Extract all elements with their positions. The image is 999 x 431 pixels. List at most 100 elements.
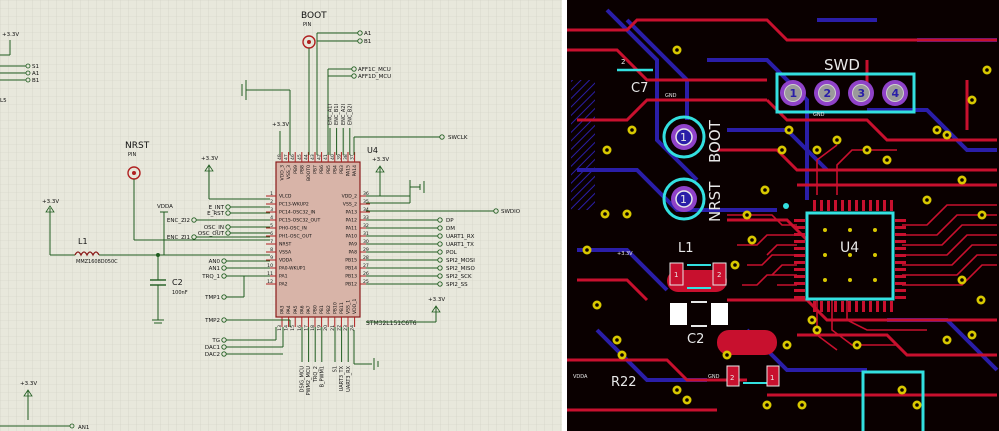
power-label-chip: +3.3V [201,156,218,162]
nrst-pcb-label: NRST [706,181,724,222]
chip-pin-number: 13 [277,325,283,331]
chip-pin-number: 35 [363,199,369,205]
u4-pad [895,289,906,292]
u4-pad [794,261,805,264]
chip-pin-number: 5 [270,223,273,229]
left-net-label: E_RST [207,211,225,217]
chip-pin-number: 8 [270,247,273,253]
power-label-right-bottom: +3.3V [428,297,445,303]
bottom-net-label: TRQ_2 [313,366,319,383]
chip-pin-name: PA9 [348,242,357,248]
u4-pad [862,200,865,211]
swd-pad-number: 2 [824,87,832,100]
swd-pad[interactable]: 2 [814,80,840,106]
chip-pin-number: 12 [267,279,273,285]
chip-pin-name: PB8 [299,165,305,174]
bottom-net-label: B_PWM1 [319,366,325,387]
bottom-net-label: UART3_TX [339,365,345,391]
bottom-part-pad-2: 2 [730,374,734,382]
swd-pad[interactable]: 4 [882,80,908,106]
chip-pin-name: VDD_1 [352,298,358,314]
chip-pin-name: PB12 [345,282,357,288]
inductor-part: MMZ1608D050C [76,259,118,265]
bottom-gnd: GND [708,374,720,380]
chip-pin-number: 43 [310,154,316,160]
chip-pin-number: 47 [284,154,290,160]
right-net-label: UART1_RX [446,234,475,240]
chip-pin-name: VSS_1 [346,300,352,314]
u4-pad [827,200,830,211]
c7-label: C7 [631,81,648,96]
u4-pad [895,240,906,243]
swd-pad-number: 1 [790,87,798,100]
bottom-edge-net: AN1 [78,425,89,431]
chip-pin-name: PA13 [346,210,358,216]
chip-pin-number: 38 [343,154,349,160]
power-label-right: +3.3V [372,157,389,163]
chip-pin-name: PB2 [326,305,332,314]
top-net-label: A1 [364,31,371,37]
chip-pin-name: PC14-OSC32_IN [279,210,315,216]
u4-label: U4 [840,240,859,256]
u4-pad [794,247,805,250]
top-net-label: ENC_B1I [334,104,340,125]
chip-pin-name: PB9 [293,165,299,174]
chip-pin-number: 7 [270,239,273,245]
swd-pad[interactable]: 1 [780,80,806,106]
thermal-via [873,228,877,232]
right-net-label: SPI2_SCK [446,274,472,280]
swclk-label: SWCLK [448,135,468,141]
chip-pin-name: VDDA [279,258,293,264]
chip-pin-name: NRST [279,242,292,248]
chip-pin-name: PC13-WKUP2 [279,202,309,208]
u4-pad [794,219,805,222]
chip-pin-name: PA8 [348,250,357,256]
u4-pad [848,301,851,312]
chip-pin-name: PB15 [345,258,357,264]
chip-pin-name: BOOT0 [306,165,312,181]
chip-pin-name: PA6 [299,305,305,314]
chip-pin-name: PA11 [346,226,358,232]
u4-pad [834,301,837,312]
chip-pin-number: 24 [350,325,356,331]
swd-pad[interactable]: 3 [848,80,874,106]
left-net-label: OSC_OUT [198,231,225,237]
bottom-net-label: PWM2_MCU [306,366,312,396]
top-net-label: ENC_B2I [347,104,353,125]
left-net-label: TG [211,338,220,344]
left-edge-power: +3.3V [2,32,19,38]
chip-pin-name: PB14 [345,266,357,272]
chip-pin-number: 40 [330,154,336,160]
left-net-label: AN1 [209,266,220,272]
u4-pad [794,254,805,257]
r22-label: R22 [611,375,637,390]
chip-pin-name: PB5 [326,165,332,174]
bottom-net-label: DSIG_MCU [300,366,306,393]
chip-pin-name: VDD_2 [342,194,358,200]
u4-pad [855,200,858,211]
thermal-via [848,228,852,232]
boot-pcb-label: BOOT [706,119,724,163]
power-label-left: +3.3V [42,199,59,205]
left-edge-net-3: L5 [0,98,7,104]
top-net-label: ENC_A1I [328,104,334,125]
u4-pad [834,200,837,211]
chip-pin-number: 1 [270,191,273,197]
u4-pad [862,301,865,312]
u4-pad [841,200,844,211]
c7-pad: 2 [621,58,625,66]
chip-pin-name: PH1-OSC_OUT [279,234,312,240]
u4-pad [890,200,893,211]
right-net-label: UART1_TX [446,242,474,248]
u4-pad [895,282,906,285]
u4-pad [794,275,805,278]
vdda-label: VDDA [157,204,173,210]
chip-pin-number: 14 [284,325,290,331]
chip-pin-name: PB0 [313,305,319,314]
pin1-marker [783,203,789,209]
cap-value: 100nF [172,290,188,296]
u4-pad [876,200,879,211]
chip-pin-name: VLCD [279,194,292,200]
power-label-top: +3.3V [272,122,289,128]
chip-pin-number: 4 [270,215,273,221]
